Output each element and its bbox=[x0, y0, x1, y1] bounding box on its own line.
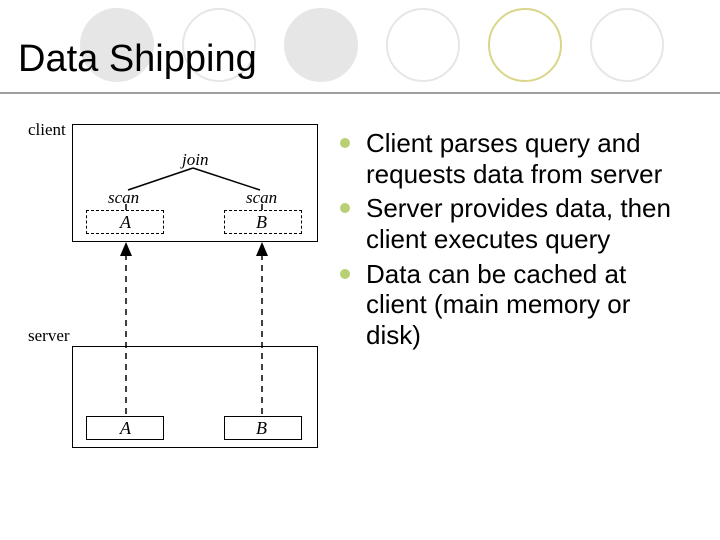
bullet-list: Client parses query and requests data fr… bbox=[340, 120, 700, 500]
title-underline bbox=[0, 92, 720, 94]
circle-icon bbox=[488, 8, 562, 82]
diagram: client join scan scan A B server A B bbox=[0, 120, 340, 500]
bullet-item: Data can be cached at client (main memor… bbox=[340, 259, 678, 351]
circle-icon bbox=[386, 8, 460, 82]
page-title: Data Shipping bbox=[18, 38, 257, 81]
bullet-item: Client parses query and requests data fr… bbox=[340, 128, 678, 189]
circle-icon bbox=[590, 8, 664, 82]
circle-icon bbox=[284, 8, 358, 82]
bullet-item: Server provides data, then client execut… bbox=[340, 193, 678, 254]
diagram-lines bbox=[28, 120, 328, 480]
content-area: client join scan scan A B server A B bbox=[0, 120, 720, 500]
